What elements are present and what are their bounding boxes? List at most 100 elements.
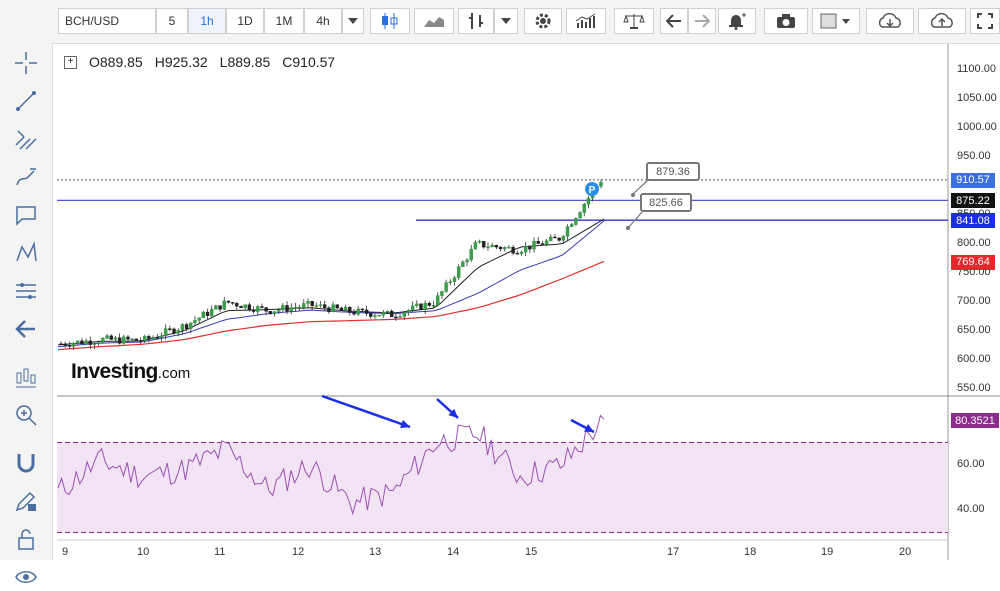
candle-body xyxy=(201,311,206,319)
interval-4h-button[interactable]: 4h xyxy=(304,8,342,34)
pattern-tool[interactable] xyxy=(12,239,40,267)
crosshair-tool[interactable] xyxy=(12,49,40,77)
settings-button[interactable] xyxy=(524,8,562,34)
lock-tool[interactable] xyxy=(12,525,40,553)
candle-body xyxy=(549,236,553,241)
candle-body xyxy=(406,309,411,313)
symbol-input[interactable]: BCH/USD xyxy=(58,8,156,34)
chart-type-dropdown[interactable] xyxy=(494,8,518,34)
zoom-tool[interactable] xyxy=(12,401,40,429)
interval-5-button[interactable]: 5 xyxy=(156,8,188,34)
candle-body xyxy=(209,309,214,316)
interval-1h-button[interactable]: 1h xyxy=(188,8,226,34)
candle-body xyxy=(134,338,139,341)
candle-body xyxy=(84,340,88,345)
candle-body xyxy=(260,306,264,308)
candle-body xyxy=(272,311,277,315)
candle-body xyxy=(436,295,440,306)
visibility-tool[interactable] xyxy=(12,563,40,591)
load-chart-button[interactable] xyxy=(866,8,914,34)
candle-body xyxy=(385,310,390,313)
candle-body xyxy=(452,277,457,282)
interval-dropdown-button[interactable] xyxy=(342,8,364,34)
back-tool[interactable] xyxy=(12,315,40,343)
candle-body xyxy=(276,309,281,312)
candle-body xyxy=(163,328,168,337)
annotation-arrow xyxy=(570,418,595,434)
callout-low[interactable]: 825.66 xyxy=(640,193,692,212)
candle-body xyxy=(419,303,423,310)
candle-body xyxy=(113,337,118,340)
color-picker-button[interactable] xyxy=(812,8,860,34)
candle-body xyxy=(143,336,147,342)
screenshot-button[interactable] xyxy=(764,8,808,34)
candle-body xyxy=(456,266,461,278)
candle-body xyxy=(331,304,335,312)
time-axis-label: 10 xyxy=(137,546,150,558)
candle-body xyxy=(377,314,381,317)
candle-body xyxy=(117,337,122,344)
annotation-arrow xyxy=(321,394,411,429)
indicators-tool[interactable] xyxy=(12,363,40,391)
arrow-head xyxy=(584,423,594,432)
cloud-download-icon xyxy=(878,12,901,28)
measure-tool[interactable] xyxy=(12,277,40,305)
candle-body xyxy=(398,316,402,318)
candle-body xyxy=(122,336,126,344)
candle-body xyxy=(369,313,373,317)
pivot-marker xyxy=(585,182,599,196)
candlestick-button[interactable] xyxy=(370,8,410,34)
indicators-button[interactable] xyxy=(566,8,606,34)
candle-body xyxy=(335,304,339,309)
candle-body xyxy=(222,300,226,310)
candle-body xyxy=(511,247,515,254)
time-axis-label: 19 xyxy=(821,546,834,558)
save-chart-button[interactable] xyxy=(918,8,966,34)
candle-body xyxy=(536,241,540,244)
fullscreen-button[interactable] xyxy=(970,8,1000,34)
interval-1m-button[interactable]: 1M xyxy=(264,8,304,34)
candle-body xyxy=(101,338,105,343)
trendline-tool[interactable] xyxy=(12,87,40,115)
fib-tool[interactable] xyxy=(12,125,40,153)
arrow-head xyxy=(400,419,410,429)
callout-high[interactable]: 879.36 xyxy=(646,162,700,181)
candle-body xyxy=(440,291,444,296)
expand-legend-button[interactable]: + xyxy=(64,55,77,69)
price-axis-label: 950.00 xyxy=(957,150,991,162)
area-chart-icon xyxy=(424,17,444,27)
alert-button[interactable] xyxy=(718,8,756,34)
candle-body xyxy=(494,245,499,248)
price-tag: 910.57 xyxy=(951,172,995,188)
bar-chart-button[interactable] xyxy=(458,8,494,34)
price-tag: 769.64 xyxy=(951,254,995,270)
price-chart: P xyxy=(57,44,1000,560)
candle-body xyxy=(431,304,436,307)
price-axis-label: 800.00 xyxy=(957,237,991,249)
candle-body xyxy=(172,328,176,334)
ohlc-high: H925.32 xyxy=(154,54,208,70)
candle-body xyxy=(59,343,63,345)
candle-body xyxy=(281,305,285,310)
fib-icon xyxy=(15,130,37,150)
drawing-lock-tool[interactable] xyxy=(12,487,40,515)
candle-body xyxy=(197,317,201,321)
redo-button[interactable] xyxy=(688,8,716,34)
interval-1d-button[interactable]: 1D xyxy=(226,8,264,34)
candle-body xyxy=(519,251,524,254)
area-chart-button[interactable] xyxy=(414,8,454,34)
candle-body xyxy=(569,224,574,227)
brush-tool[interactable] xyxy=(12,163,40,191)
rsi-axis-label: 40.00 xyxy=(957,503,985,515)
undo-button[interactable] xyxy=(660,8,688,34)
cloud-upload-icon xyxy=(930,12,953,28)
rsi-tag: 80.3521 xyxy=(951,413,999,428)
comment-tool[interactable] xyxy=(12,201,40,229)
compare-button[interactable] xyxy=(614,8,654,34)
candle-body xyxy=(306,301,310,304)
horizontal-lines xyxy=(57,179,948,221)
price-tag: 841.08 xyxy=(951,213,995,229)
magnet-tool[interactable] xyxy=(12,449,40,477)
callout-high-pointer xyxy=(632,179,649,195)
candle-body xyxy=(109,335,113,340)
